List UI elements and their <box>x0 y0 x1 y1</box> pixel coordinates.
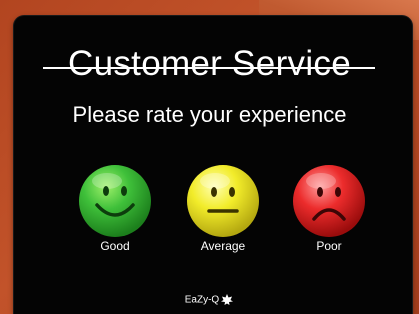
happy-face-icon <box>79 165 151 237</box>
brand-name: EaZy-Q <box>184 294 220 306</box>
rating-poor-button[interactable]: Poor <box>284 163 374 273</box>
sad-face-icon <box>293 165 365 237</box>
rating-poor-label: Poor <box>316 239 342 253</box>
page-title: Customer Service <box>68 44 351 83</box>
rating-good-button[interactable]: Good <box>70 163 160 273</box>
brand-footer: EaZy-Q <box>0 293 419 308</box>
rating-good-label: Good <box>100 239 130 253</box>
page-subtitle: Please rate your experience <box>72 102 347 127</box>
leaf-icon <box>221 294 234 305</box>
rating-average-button[interactable]: Average <box>178 163 268 273</box>
title-underline <box>43 67 375 69</box>
neutral-face-icon <box>187 165 259 237</box>
rating-average-label: Average <box>200 239 246 253</box>
